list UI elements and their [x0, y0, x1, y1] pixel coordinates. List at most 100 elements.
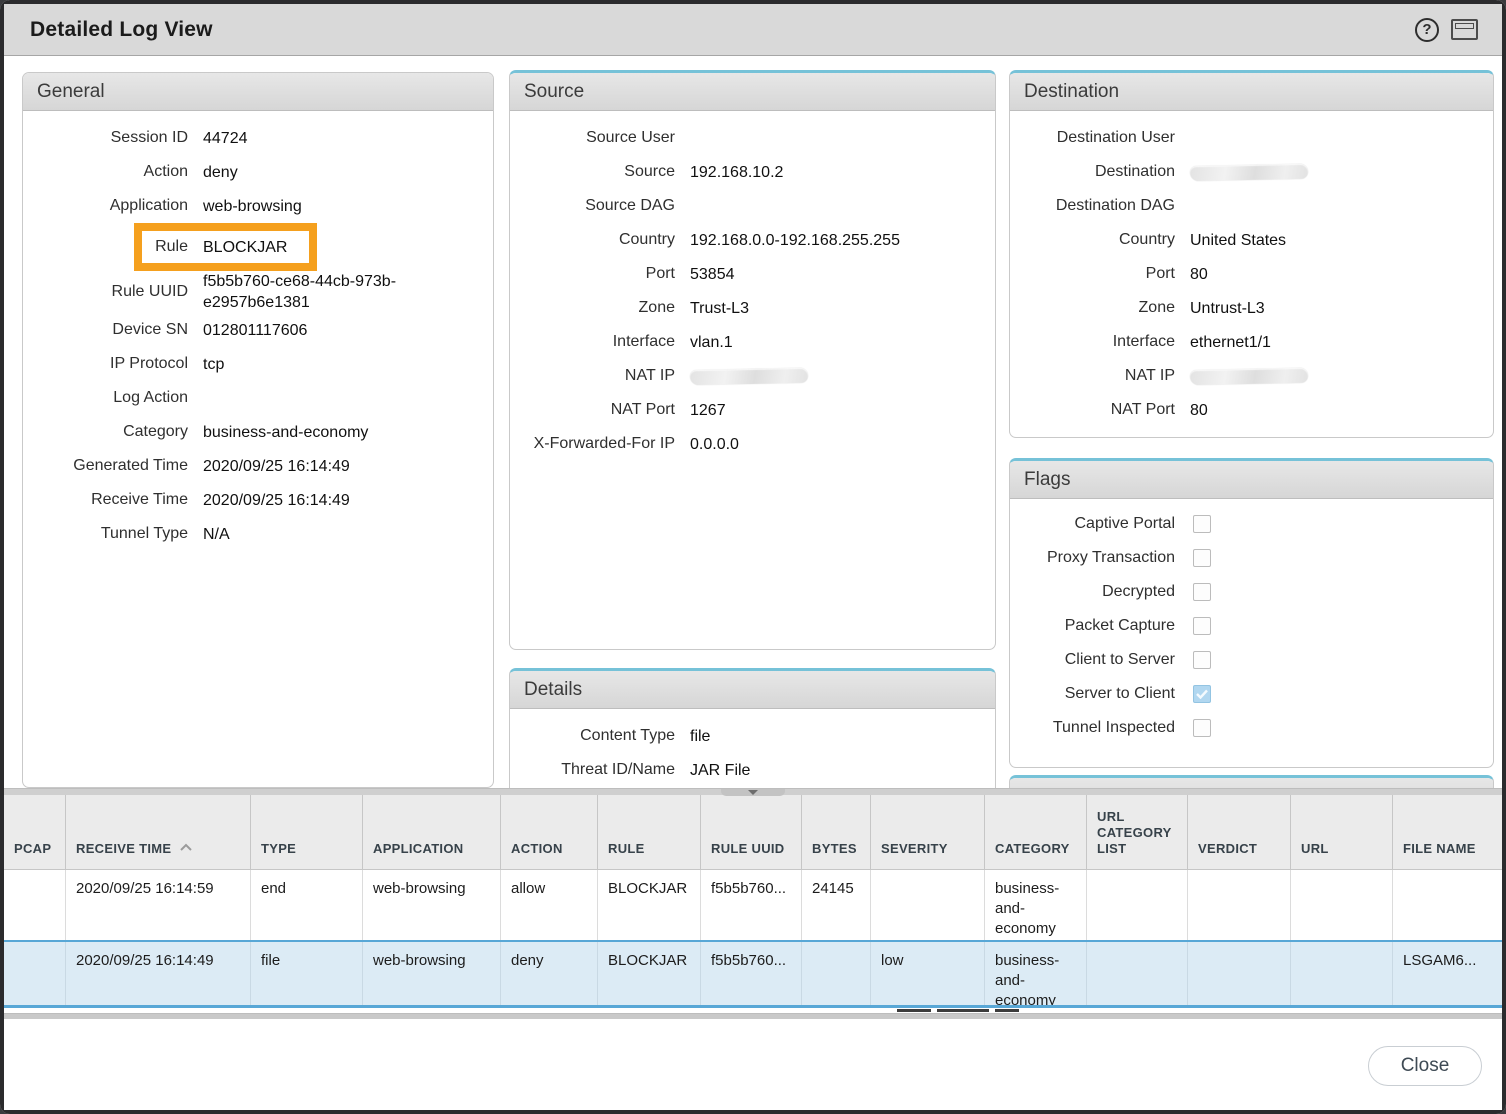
table-cell: deny: [501, 942, 598, 1005]
column-header-type[interactable]: TYPE: [251, 795, 363, 869]
column-header-label: SEVERITY: [881, 841, 948, 857]
checkbox-unchecked[interactable]: [1193, 515, 1211, 533]
field-label: Threat ID/Name: [510, 761, 675, 779]
flags-panel-body: Captive PortalProxy TransactionDecrypted…: [1010, 499, 1493, 745]
redacted-value: [690, 367, 808, 384]
source-row: NAT Port1267: [510, 393, 995, 427]
general-row: Tunnel TypeN/A: [23, 517, 493, 551]
field-value: 192.168.0.0-192.168.255.255: [690, 230, 900, 251]
destination-row: NAT Port80: [1010, 393, 1493, 427]
checkbox-checked[interactable]: [1193, 685, 1211, 703]
general-row: Generated Time2020/09/25 16:14:49: [23, 449, 493, 483]
table-cell: web-browsing: [363, 942, 501, 1005]
source-row: X-Forwarded-For IP0.0.0.0: [510, 427, 995, 461]
general-panel-header: General: [23, 73, 493, 111]
checkbox-unchecked[interactable]: [1193, 583, 1211, 601]
titlebar-tools: ?: [1415, 18, 1478, 42]
column-header-severity[interactable]: SEVERITY: [871, 795, 985, 869]
table-cell: [4, 942, 66, 1005]
general-row: RuleBLOCKJAR: [23, 223, 493, 271]
checkbox-unchecked[interactable]: [1193, 719, 1211, 737]
column-header-verdict[interactable]: VERDICT: [1188, 795, 1291, 869]
field-value: Untrust-L3: [1190, 298, 1265, 319]
field-value: business-and-economy: [203, 422, 368, 443]
column-header-label: TYPE: [261, 841, 296, 857]
table-cell: business-and-economy: [985, 942, 1087, 1005]
column-header-pcap[interactable]: PCAP: [4, 795, 66, 869]
column-header-rule-uuid[interactable]: RULE UUID: [701, 795, 802, 869]
column-header-bytes[interactable]: BYTES: [802, 795, 871, 869]
dialog-title: Detailed Log View: [30, 18, 213, 42]
field-label: Tunnel Type: [23, 525, 188, 543]
flag-label: Tunnel Inspected: [1010, 719, 1175, 737]
checkbox-unchecked[interactable]: [1193, 617, 1211, 635]
flag-label: Proxy Transaction: [1010, 549, 1175, 567]
pane-splitter: [4, 788, 1502, 795]
splitter-collapse-handle[interactable]: [721, 789, 785, 796]
flag-row: Proxy Transaction: [1010, 541, 1493, 575]
field-label: Source User: [510, 129, 675, 147]
source-row: ZoneTrust-L3: [510, 291, 995, 325]
help-icon[interactable]: ?: [1415, 18, 1439, 42]
table-cell: [4, 870, 66, 940]
table-row[interactable]: 2020/09/25 16:14:59endweb-browsingallowB…: [4, 870, 1502, 940]
field-label: NAT Port: [1010, 401, 1175, 419]
column-header-receive-time[interactable]: RECEIVE TIME: [66, 795, 251, 869]
field-label: Destination User: [1010, 129, 1175, 147]
source-row: Port53854: [510, 257, 995, 291]
dialog-footer: Close: [4, 1022, 1502, 1110]
destination-row: Destination: [1010, 155, 1493, 189]
destination-row: ZoneUntrust-L3: [1010, 291, 1493, 325]
close-button[interactable]: Close: [1368, 1046, 1482, 1086]
chevron-down-icon: [748, 790, 758, 795]
checkbox-unchecked[interactable]: [1193, 549, 1211, 567]
table-cell: [802, 942, 871, 1005]
destination-row: Port80: [1010, 257, 1493, 291]
column-header-url[interactable]: URL: [1291, 795, 1393, 869]
flag-label: Packet Capture: [1010, 617, 1175, 635]
window-panel-icon[interactable]: [1451, 19, 1478, 40]
column-header-label: RECEIVE TIME: [76, 841, 171, 857]
log-table: PCAP RECEIVE TIME TYPE APPLICATION ACTION RUL…: [4, 795, 1502, 1019]
column-header-url-category-list[interactable]: URL CATEGORY LIST: [1087, 795, 1188, 869]
general-row: Device SN012801117606: [23, 313, 493, 347]
column-header-application[interactable]: APPLICATION: [363, 795, 501, 869]
redacted-value: [1190, 163, 1308, 180]
table-cell: end: [251, 870, 363, 940]
field-value: United States: [1190, 230, 1286, 251]
log-table-body: 2020/09/25 16:14:59endweb-browsingallowB…: [4, 870, 1502, 1008]
column-header-rule[interactable]: RULE: [598, 795, 701, 869]
field-label: Rule UUID: [23, 283, 188, 301]
column-header-label: PCAP: [14, 841, 51, 857]
field-value: 2020/09/25 16:14:49: [203, 490, 350, 511]
table-cell: [1291, 870, 1393, 940]
field-label: Category: [23, 423, 188, 441]
column-header-label: ACTION: [511, 841, 563, 857]
column-header-file-name[interactable]: FILE NAME: [1393, 795, 1506, 869]
field-value: vlan.1: [690, 332, 733, 353]
check-icon: [1196, 689, 1208, 699]
general-row: Log Action: [23, 381, 493, 415]
column-header-label: CATEGORY: [995, 841, 1070, 857]
source-row: Source User: [510, 121, 995, 155]
table-cell: low: [871, 942, 985, 1005]
field-value: 2020/09/25 16:14:49: [203, 456, 350, 477]
table-row-selected[interactable]: 2020/09/25 16:14:49fileweb-browsingdenyB…: [4, 940, 1502, 1008]
column-header-category[interactable]: CATEGORY: [985, 795, 1087, 869]
field-value: 0.0.0.0: [690, 434, 739, 455]
field-label: Interface: [1010, 333, 1175, 351]
field-value: 53854: [690, 264, 735, 285]
source-row: Interfacevlan.1: [510, 325, 995, 359]
field-value: BLOCKJAR: [203, 237, 287, 258]
field-value: 192.168.10.2: [690, 162, 783, 183]
table-cell: f5b5b760...: [701, 870, 802, 940]
flag-row: Packet Capture: [1010, 609, 1493, 643]
checkbox-unchecked[interactable]: [1193, 651, 1211, 669]
column-header-action[interactable]: ACTION: [501, 795, 598, 869]
horizontal-scrollbar[interactable]: [4, 1013, 1502, 1019]
general-row: Actiondeny: [23, 155, 493, 189]
column-header-label: RULE: [608, 841, 645, 857]
general-row: Category business-and-economy: [23, 415, 493, 449]
column-header-label: RULE UUID: [711, 841, 784, 857]
general-row: Applicationweb-browsing: [23, 189, 493, 223]
